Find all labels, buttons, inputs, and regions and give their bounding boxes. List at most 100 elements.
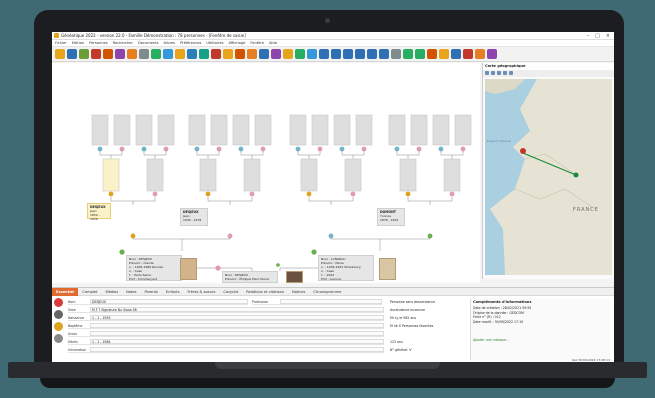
option-item[interactable] — [390, 330, 466, 338]
toolbar-button-icon-26[interactable] — [367, 49, 377, 59]
toolbar-button-icon-35[interactable] — [475, 49, 485, 59]
field-input[interactable]: M F ? Signature Nu Siosa 58 — [90, 307, 384, 312]
person-card-right[interactable]: DUMONT Yvonne 1876 - 1955 — [377, 208, 405, 226]
menu-item-9[interactable]: Fenêtre — [250, 41, 264, 45]
minimize-icon[interactable]: – — [587, 33, 590, 39]
option-item[interactable]: 123 ans — [390, 338, 466, 346]
toolbar-button-icon-12[interactable] — [199, 49, 209, 59]
toolbar-button-icon-21[interactable] — [307, 49, 317, 59]
close-icon[interactable]: × — [606, 33, 610, 39]
menu-item-5[interactable]: Arbres — [163, 41, 175, 45]
profession-field[interactable] — [280, 299, 382, 304]
toolbar-button-icon-22[interactable] — [319, 49, 329, 59]
toolbar-button-icon-13[interactable] — [211, 49, 221, 59]
option-item[interactable]: Ascendance inconnue — [390, 306, 466, 314]
tab-2[interactable]: Médias — [101, 288, 122, 296]
field-input[interactable] — [90, 331, 384, 336]
marker-red[interactable] — [520, 148, 526, 154]
tab-9[interactable]: Notices — [288, 288, 309, 296]
option-item[interactable]: N° général: V — [390, 346, 466, 354]
toolbar-button-icon-32[interactable] — [439, 49, 449, 59]
toolbar-button-icon-14[interactable] — [223, 49, 233, 59]
id-card-icon[interactable] — [54, 310, 63, 319]
tab-5[interactable]: Enfants — [162, 288, 184, 296]
focus-card[interactable]: Nom : DESJEUX Prénom : Philippe Marc Pier… — [222, 271, 278, 283]
toolbar-button-icon-2[interactable] — [79, 49, 89, 59]
field-input[interactable]: 1 - 1 - 1955 — [90, 315, 384, 320]
toolbar-button-icon-9[interactable] — [163, 49, 173, 59]
maximize-icon[interactable]: □ — [595, 33, 600, 39]
menu-item-7[interactable]: Utilitaires — [206, 41, 223, 45]
tab-7[interactable]: Conjoint — [219, 288, 242, 296]
toolbar-button-icon-15[interactable] — [235, 49, 245, 59]
person-card-left[interactable]: DESJEUX Jean 1850 - 1929 — [87, 203, 111, 221]
menu-item-4[interactable]: Documents — [138, 41, 159, 45]
toolbar-button-icon-20[interactable] — [295, 49, 305, 59]
toolbar-button-icon-8[interactable] — [151, 49, 161, 59]
toolbar-button-icon-28[interactable] — [391, 49, 401, 59]
toolbar-button-icon-34[interactable] — [463, 49, 473, 59]
option-item[interactable]: M né X Personnes favorites — [390, 322, 466, 330]
toolbar-button-icon-36[interactable] — [487, 49, 497, 59]
map-print-icon[interactable] — [509, 71, 513, 75]
tab-0[interactable]: Essentiel — [52, 287, 79, 296]
map-view[interactable]: FRANCE English Channel — [485, 79, 612, 275]
toolbar-button-icon-5[interactable] — [115, 49, 125, 59]
menu-item-8[interactable]: Affichage — [228, 41, 245, 45]
toolbar-button-icon-33[interactable] — [451, 49, 461, 59]
toolbar-button-icon-6[interactable] — [127, 49, 137, 59]
toolbar-button-icon-4[interactable] — [103, 49, 113, 59]
toolbar-button-icon-11[interactable] — [187, 49, 197, 59]
toolbar-button-icon-18[interactable] — [271, 49, 281, 59]
menu-item-3[interactable]: Rechercher — [113, 41, 133, 45]
toolbar-button-icon-24[interactable] — [343, 49, 353, 59]
warning-icon[interactable] — [54, 322, 63, 331]
toolbar-button-icon-17[interactable] — [259, 49, 269, 59]
map-zoom-out-icon[interactable] — [491, 71, 495, 75]
toolbar-button-icon-23[interactable] — [331, 49, 341, 59]
option-item[interactable]: Personne sans descendance — [390, 298, 466, 306]
map-layer-icon[interactable] — [503, 71, 507, 75]
toolbar-button-icon-30[interactable] — [415, 49, 425, 59]
toolbar-button-icon-19[interactable] — [283, 49, 293, 59]
toolbar-button-icon-29[interactable] — [403, 49, 413, 59]
tab-8[interactable]: Relations et citations — [242, 288, 288, 296]
menu-item-10[interactable]: Aide — [269, 41, 277, 45]
toolbar-button-icon-3[interactable] — [91, 49, 101, 59]
title-bar: Généatique 2022 - version 22.0 - Famille… — [52, 32, 614, 40]
toolbar-button-icon-7[interactable] — [139, 49, 149, 59]
menu-item-0[interactable]: Fichier — [55, 41, 67, 45]
mother-card[interactable]: Nom : LANGEAU Prénom : Marie n. : 1909-199… — [318, 255, 374, 281]
toolbar-button-icon-0[interactable] — [55, 49, 65, 59]
alert-icon[interactable] — [54, 298, 63, 307]
father-card[interactable]: Nom : DESJEUX Prénom : Claude n. : 1905-19… — [126, 255, 182, 281]
ancestor-dot-12 — [394, 146, 400, 152]
toolbar-button-icon-25[interactable] — [355, 49, 365, 59]
info-icon[interactable] — [54, 334, 63, 343]
marker-green[interactable] — [573, 172, 579, 178]
tab-3[interactable]: Notes — [122, 288, 140, 296]
connector-low-3 — [407, 197, 453, 202]
option-item[interactable]: Mr Ly le 562 ans — [390, 314, 466, 322]
menu-item-2[interactable]: Personnes — [89, 41, 107, 45]
field-input[interactable] — [90, 323, 384, 328]
tab-6[interactable]: Frères & soeurs — [184, 288, 220, 296]
menu-item-1[interactable]: Edition — [72, 41, 84, 45]
grandparent-card-3 — [243, 158, 261, 192]
map-home-icon[interactable] — [497, 71, 501, 75]
map-zoom-in-icon[interactable] — [485, 71, 489, 75]
tab-4[interactable]: Parents — [141, 288, 162, 296]
field-input[interactable]: DESJEUX — [90, 299, 248, 304]
toolbar-button-icon-27[interactable] — [379, 49, 389, 59]
toolbar-button-icon-31[interactable] — [427, 49, 437, 59]
toolbar-button-icon-16[interactable] — [247, 49, 257, 59]
person-card-main[interactable]: DESJEUX Jean 1945 - 1978 — [180, 208, 208, 226]
add-rubric-link[interactable]: Ajouter une rubrique... — [473, 338, 608, 342]
tab-10[interactable]: Chronogramme — [309, 288, 345, 296]
toolbar-button-icon-10[interactable] — [175, 49, 185, 59]
tab-1[interactable]: Complet — [78, 288, 101, 296]
toolbar-button-icon-1[interactable] — [67, 49, 77, 59]
field-input[interactable]: 1 - 1 - 1984 — [90, 339, 384, 344]
field-input[interactable] — [90, 347, 384, 352]
menu-item-6[interactable]: Préférences — [180, 41, 201, 45]
